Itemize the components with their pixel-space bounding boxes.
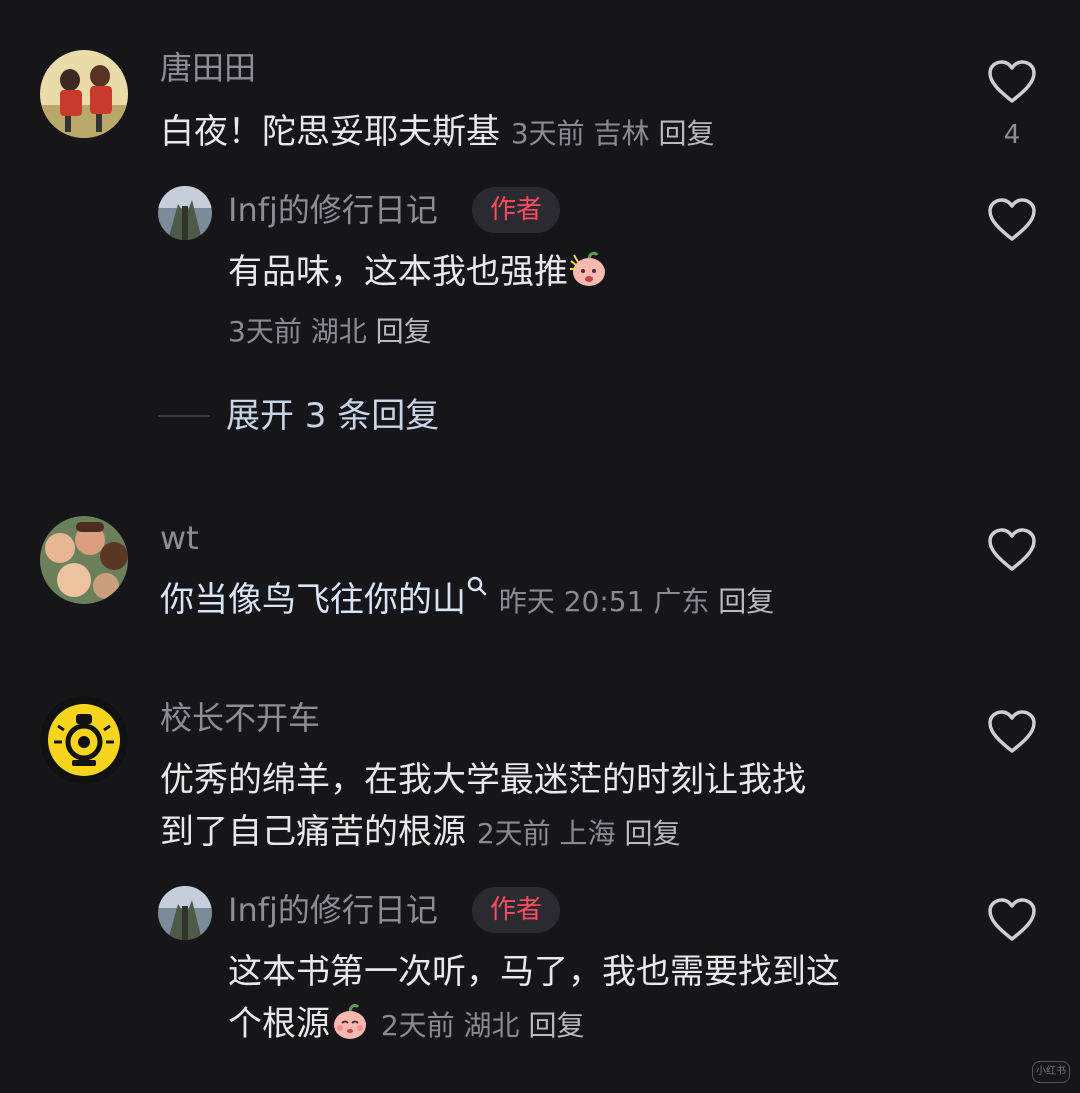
expand-replies-button[interactable]: 展开 3 条回复 xyxy=(226,394,439,438)
comment-location: 吉林 xyxy=(593,117,650,150)
username[interactable]: 唐田田 xyxy=(160,48,256,88)
reply-button[interactable]: 回复 xyxy=(624,817,680,850)
comment-text-line1: 优秀的绵羊，在我大学最迷茫的时刻让我找 xyxy=(160,760,806,800)
comment-time: 2天前 xyxy=(476,817,551,850)
search-hint-icon[interactable] xyxy=(466,575,488,597)
author-username[interactable]: Infj的修行日记 xyxy=(228,190,438,230)
username[interactable]: wt xyxy=(160,518,199,558)
expand-divider xyxy=(158,415,210,417)
heart-icon[interactable] xyxy=(988,60,1036,104)
blush-emoji-icon xyxy=(570,251,605,286)
like-count: 4 xyxy=(1003,120,1021,150)
avatar[interactable] xyxy=(40,516,128,604)
reply-button[interactable]: 回复 xyxy=(658,117,714,150)
reply-time: 2天前 xyxy=(380,1009,455,1042)
heart-icon[interactable] xyxy=(988,528,1036,572)
reply-text: 有品味，这本我也强推 xyxy=(228,246,608,298)
avatar[interactable] xyxy=(40,50,128,138)
comment-content: 到了自己痛苦的根源 xyxy=(160,812,466,852)
author-avatar[interactable] xyxy=(158,186,212,240)
avatar[interactable] xyxy=(40,696,128,784)
reply-content: 有品味，这本我也强推 xyxy=(228,252,568,292)
heart-icon[interactable] xyxy=(988,710,1036,754)
comment-text: 你当像鸟飞往你的山 昨天 20:51 广东 回复 xyxy=(160,574,774,628)
reply-button[interactable]: 回复 xyxy=(528,1009,584,1042)
heart-icon[interactable] xyxy=(988,198,1036,242)
reply-meta: 3天前 湖北 回复 xyxy=(228,312,432,352)
reply-text: 个根源 2天前 湖北 回复 xyxy=(228,998,584,1052)
comment-time: 3天前 xyxy=(510,117,585,150)
username[interactable]: 校长不开车 xyxy=(160,698,320,738)
author-badge: 作者 xyxy=(472,187,561,233)
comment-location: 广东 xyxy=(653,585,710,618)
peach-emoji-icon xyxy=(334,1003,366,1039)
comment-location: 上海 xyxy=(559,817,616,850)
reply-location: 湖北 xyxy=(463,1009,520,1042)
comment-content: 白夜！陀思妥耶夫斯基 xyxy=(160,112,500,152)
comment-text: 到了自己痛苦的根源 2天前 上海 回复 xyxy=(160,806,680,860)
author-badge: 作者 xyxy=(472,887,561,933)
author-avatar[interactable] xyxy=(158,886,212,940)
reply-time: 3天前 xyxy=(228,315,302,348)
reply-content: 个根源 xyxy=(228,1004,330,1044)
watermark: 小红书 xyxy=(1032,1061,1070,1083)
comment-time: 昨天 20:51 xyxy=(498,585,645,618)
reply-location: 湖北 xyxy=(310,315,367,348)
comment-text: 白夜！陀思妥耶夫斯基 3天前 吉林 回复 xyxy=(160,106,714,160)
reply-text-line1: 这本书第一次听，马了，我也需要找到这 xyxy=(228,952,840,992)
reply-button[interactable]: 回复 xyxy=(376,315,432,348)
heart-icon[interactable] xyxy=(988,898,1036,942)
author-username[interactable]: Infj的修行日记 xyxy=(228,890,438,930)
reply-button[interactable]: 回复 xyxy=(718,585,774,618)
comment-content: 你当像鸟飞往你的山 xyxy=(160,580,466,620)
